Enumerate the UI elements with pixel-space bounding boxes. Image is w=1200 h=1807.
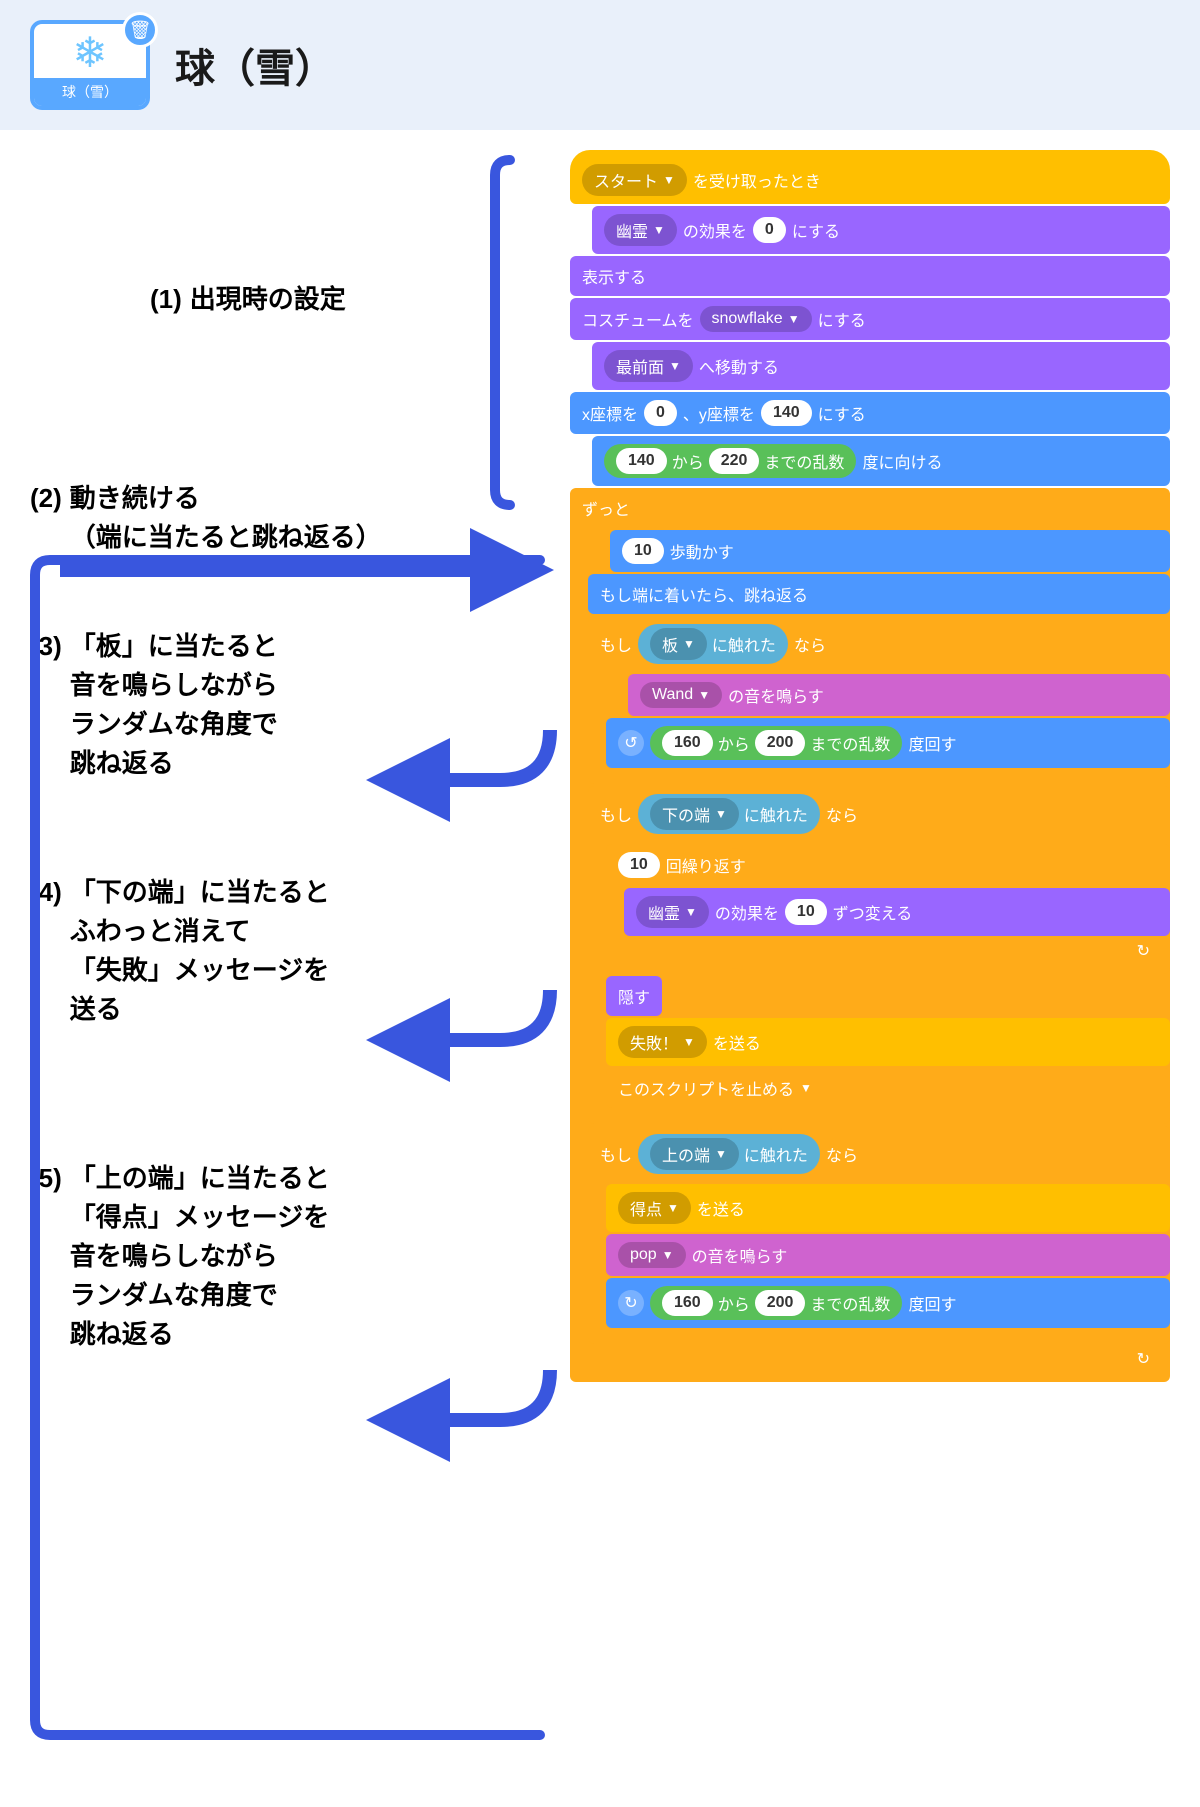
- rotate-ccw-icon: ↺: [618, 730, 644, 756]
- block-when-receive[interactable]: スタート ▼ を受け取ったとき: [570, 150, 1170, 204]
- block-move-steps[interactable]: 10 歩動かす: [610, 530, 1170, 572]
- header: 🗑 ❄ 球（雪） 球（雪）: [0, 0, 1200, 130]
- sensing-touching[interactable]: 板 ▼ に触れた: [638, 624, 788, 664]
- chevron-down-icon: ▼: [663, 173, 675, 187]
- block-if-bottom[interactable]: もし 下の端 ▼ に触れた なら 10 回繰り返す: [588, 786, 1170, 1124]
- block-broadcast-score[interactable]: 得点 ▼ を送る: [606, 1184, 1170, 1232]
- annotations-column: (1) 出現時の設定 (2) 動き続ける （端に当たると跳ね返る） (3) 「板…: [30, 150, 430, 1404]
- loop-bracket: [440, 550, 560, 1750]
- block-stop-script[interactable]: このスクリプトを止める ▼: [606, 1068, 1170, 1108]
- block-point-direction[interactable]: 140 から 220 までの乱数 度に向ける: [592, 436, 1170, 486]
- rotate-cw-icon: ↻: [618, 1290, 644, 1316]
- blocks-column: スタート ▼ を受け取ったとき 幽霊 ▼ の効果を 0 にする 表示する コスチ…: [570, 150, 1170, 1404]
- arrows-column: [440, 150, 560, 1404]
- block-goto-xy[interactable]: x座標を 0 、y座標を 140 にする: [570, 392, 1170, 434]
- block-costume[interactable]: コスチュームを snowflake ▼ にする: [570, 298, 1170, 340]
- block-bounce-edge[interactable]: もし端に着いたら、跳ね返る: [588, 574, 1170, 614]
- block-if-top[interactable]: もし 上の端 ▼ に触れた なら 得点 ▼ を送る pop ▼: [588, 1126, 1170, 1344]
- block-show[interactable]: 表示する: [570, 256, 1170, 296]
- block-play-wand[interactable]: Wand ▼ の音を鳴らす: [628, 674, 1170, 716]
- note-2: (2) 動き続ける （端に当たると跳ね返る）: [30, 479, 430, 557]
- page-title: 球（雪）: [175, 36, 335, 94]
- block-broadcast-fail[interactable]: 失敗！ ▼ を送る: [606, 1018, 1170, 1066]
- sprite-card-label: 球（雪）: [34, 78, 146, 106]
- note-1: (1) 出現時の設定: [150, 280, 430, 319]
- block-change-ghost[interactable]: 幽霊 ▼ の効果を 10 ずつ変える: [624, 888, 1170, 936]
- block-play-pop[interactable]: pop ▼ の音を鳴らす: [606, 1234, 1170, 1276]
- loop-arrow-icon: ↻: [606, 940, 1170, 962]
- block-hide[interactable]: 隠す: [606, 976, 662, 1016]
- block-turn-cw[interactable]: ↻ 160 から 200 までの乱数 度回す: [606, 1278, 1170, 1328]
- block-layer[interactable]: 最前面 ▼ へ移動する: [592, 342, 1170, 390]
- sprite-card[interactable]: 🗑 ❄ 球（雪）: [30, 20, 150, 110]
- block-if-board[interactable]: もし 板 ▼ に触れた なら Wand ▼ の音を鳴らす ↺: [588, 616, 1170, 784]
- block-forever[interactable]: ずっと 10 歩動かす もし端に着いたら、跳ね返る もし 板 ▼ に触れた: [570, 488, 1170, 1382]
- bracket-arrow-1: [440, 150, 560, 510]
- block-repeat[interactable]: 10 回繰り返す 幽霊 ▼ の効果を 10 ずつ変える: [606, 844, 1170, 974]
- block-set-ghost[interactable]: 幽霊 ▼ の効果を 0 にする: [592, 206, 1170, 254]
- note-5: (5) 「上の端」に当たると 「得点」メッセージを 音を鳴らしながら ランダムな…: [30, 1159, 430, 1354]
- operator-random[interactable]: 140 から 220 までの乱数: [604, 444, 856, 478]
- block-turn-ccw[interactable]: ↺ 160 から 200 までの乱数 度回す: [606, 718, 1170, 768]
- loop-arrow-icon: ↻: [570, 1348, 1170, 1370]
- main-content: (1) 出現時の設定 (2) 動き続ける （端に当たると跳ね返る） (3) 「板…: [0, 130, 1200, 1464]
- note-3: (3) 「板」に当たると 音を鳴らしながら ランダムな角度で 跳ね返る: [30, 627, 430, 783]
- note-4: (4) 「下の端」に当たると ふわっと消えて 「失敗」メッセージを 送る: [30, 873, 430, 1029]
- delete-icon[interactable]: 🗑: [122, 12, 158, 48]
